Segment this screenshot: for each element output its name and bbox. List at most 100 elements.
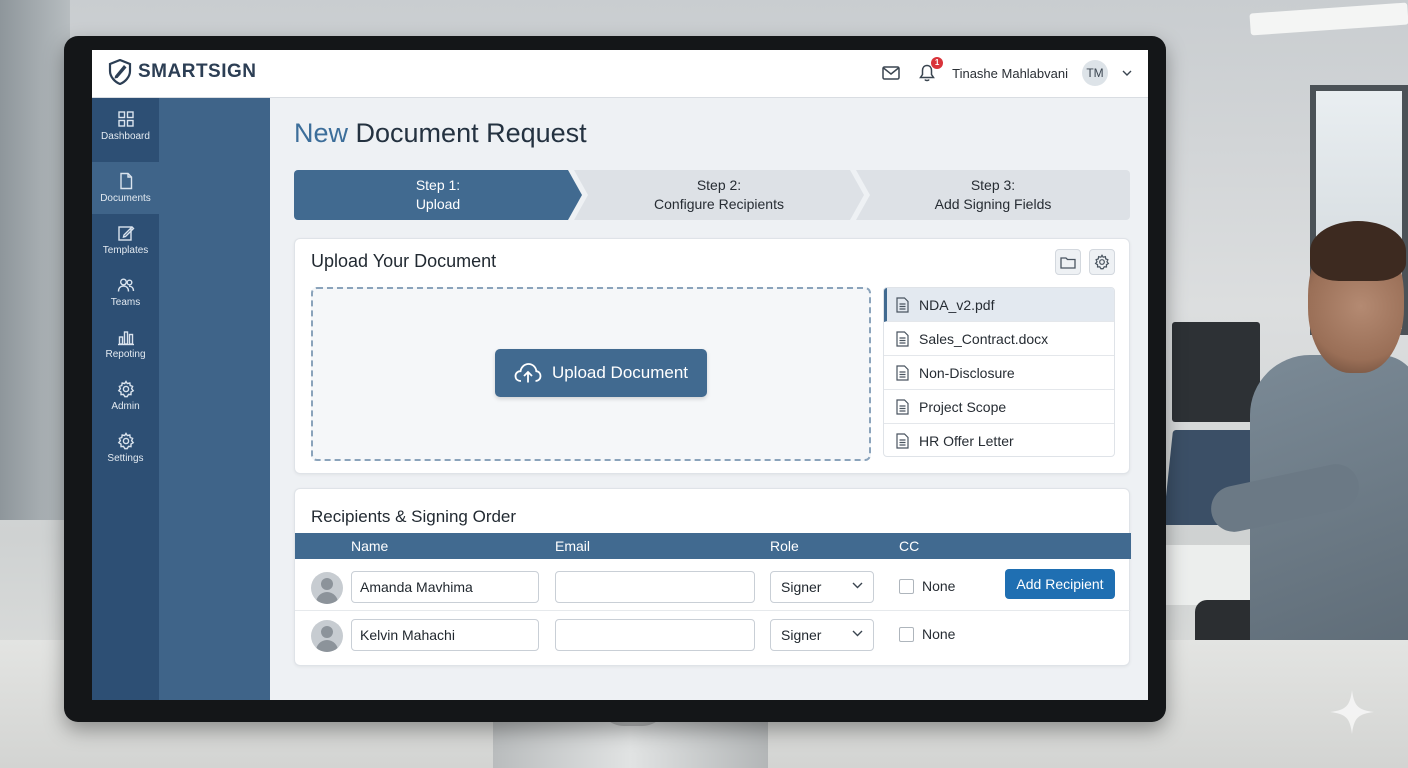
recipient-name-input[interactable]: Amanda Mavhima — [351, 571, 539, 603]
document-icon — [119, 172, 132, 190]
sidebar-item-templates[interactable]: Templates — [92, 214, 159, 266]
file-item[interactable]: HR Offer Letter — [884, 424, 1114, 456]
column-header-role: Role — [770, 538, 799, 554]
file-name: Non-Disclosure — [919, 364, 1015, 381]
sidebar-item-label: Admin — [111, 401, 140, 412]
header-actions: 1 Tinashe Mahlabvani TM — [880, 57, 1132, 86]
file-item[interactable]: Sales_Contract.docx — [884, 322, 1114, 356]
app-header: SMARTSIGN 1 Tinashe Mahlabvani TM — [92, 50, 1148, 98]
chevron-down-icon — [852, 582, 863, 589]
cc-option: None — [899, 626, 955, 642]
cc-option: None — [899, 578, 955, 594]
cc-checkbox[interactable] — [899, 578, 914, 594]
file-item[interactable]: Non-Disclosure — [884, 356, 1114, 390]
file-icon — [896, 330, 909, 347]
app-window: SMARTSIGN 1 Tinashe Mahlabvani TM Dashbo… — [92, 50, 1148, 700]
step-configure-recipients[interactable]: Step 2: Configure Recipients — [574, 170, 864, 220]
sidebar-rail: Dashboard Documents Templates Teams Repo… — [92, 98, 159, 700]
file-name: Sales_Contract.docx — [919, 330, 1049, 347]
notification-button[interactable]: 1 — [916, 57, 944, 84]
sidebar-item-settings[interactable]: Settings — [92, 422, 159, 474]
add-recipient-button[interactable]: Add Recipient — [1005, 569, 1115, 599]
page-title-rest: Document Request — [355, 118, 587, 148]
upload-card: Upload Your Document Upload Document NDA… — [294, 238, 1130, 474]
recipient-email-input[interactable] — [555, 619, 755, 651]
avatar — [311, 620, 343, 652]
recipients-card-title: Recipients & Signing Order — [311, 507, 517, 526]
step-upload[interactable]: Step 1: Upload — [294, 170, 582, 220]
step-add-signing-fields[interactable]: Step 3: Add Signing Fields — [856, 170, 1130, 220]
avatar[interactable]: TM — [1082, 60, 1108, 86]
gear-icon — [117, 380, 134, 398]
upload-settings-button[interactable] — [1089, 249, 1115, 275]
file-item[interactable]: Project Scope — [884, 390, 1114, 424]
chevron-down-icon — [852, 630, 863, 637]
sidebar-item-label: Dashboard — [101, 131, 150, 142]
folder-icon — [1060, 256, 1076, 269]
avatar — [311, 572, 343, 604]
stepper: Step 1: Upload Step 2: Configure Recipie… — [294, 170, 1130, 220]
sidebar-item-dashboard[interactable]: Dashboard — [92, 100, 159, 152]
background-ceiling-light — [1249, 2, 1408, 36]
file-item[interactable]: NDA_v2.pdf — [884, 288, 1114, 322]
file-icon — [896, 433, 909, 449]
chevron-down-icon[interactable] — [1122, 70, 1132, 76]
table-row: Kelvin Mahachi Signer None — [295, 613, 1131, 659]
recipient-name-input[interactable]: Kelvin Mahachi — [351, 619, 539, 651]
column-header-cc: CC — [899, 538, 920, 554]
upload-card-title: Upload Your Document — [311, 251, 497, 271]
recipients-table-header: Name Email Role CC — [295, 533, 1131, 559]
cc-label: None — [922, 626, 956, 642]
chart-icon — [117, 331, 134, 346]
logo[interactable]: SMARTSIGN — [108, 59, 257, 85]
upload-button-label: Upload Document — [551, 363, 689, 382]
brand-name: SMARTSIGN — [138, 61, 257, 82]
upload-document-button[interactable]: Upload Document — [495, 349, 707, 397]
step-number: Step 2: — [696, 177, 742, 193]
sidebar-item-label: Documents — [100, 193, 151, 204]
file-name: Project Scope — [919, 398, 1007, 415]
sidebar-item-label: Templates — [102, 245, 149, 256]
cc-checkbox[interactable] — [899, 626, 914, 642]
role-select[interactable]: Signer — [770, 571, 874, 603]
gear-icon — [117, 432, 134, 450]
sidebar: Dashboard Documents Templates Teams Repo… — [92, 98, 270, 700]
step-number: Step 3: — [970, 177, 1016, 193]
sidebar-item-reporting[interactable]: Repoting — [92, 318, 159, 370]
mail-button[interactable] — [880, 62, 902, 84]
sidebar-item-label: Teams — [110, 297, 141, 308]
user-name[interactable]: Tinashe Mahlabvani — [952, 66, 1068, 81]
sidebar-item-label: Settings — [107, 453, 144, 464]
recipients-card: Recipients & Signing Order Name Email Ro… — [294, 488, 1131, 666]
step-label: Upload — [415, 196, 461, 212]
file-icon — [896, 296, 909, 313]
main-content: New Document Request Step 1: Upload Step… — [270, 98, 1148, 700]
column-header-email: Email — [555, 538, 591, 554]
browse-folder-button[interactable] — [1055, 249, 1081, 275]
sidebar-item-teams[interactable]: Teams — [92, 266, 159, 318]
sidebar-item-documents[interactable]: Documents — [92, 162, 159, 214]
column-header-name: Name — [351, 538, 389, 554]
recipient-email-input[interactable] — [555, 571, 755, 603]
file-icon — [896, 364, 909, 381]
gear-icon — [1094, 254, 1110, 270]
notification-badge: 1 — [931, 57, 944, 69]
upload-card-tools — [1055, 249, 1115, 275]
role-select[interactable]: Signer — [770, 619, 874, 651]
step-label: Configure Recipients — [654, 196, 784, 212]
page-title: New Document Request — [294, 118, 587, 149]
step-label: Add Signing Fields — [934, 196, 1052, 212]
file-name: NDA_v2.pdf — [919, 296, 995, 313]
page-title-accent: New — [294, 118, 349, 148]
team-icon — [117, 278, 134, 292]
table-row: Amanda Mavhima Signer None Add Recipient — [295, 565, 1131, 611]
step-number: Step 1: — [415, 177, 461, 193]
role-select-value: Signer — [781, 579, 822, 595]
sidebar-item-admin[interactable]: Admin — [92, 370, 159, 422]
recent-files-list: NDA_v2.pdf Sales_Contract.docx Non-Discl… — [883, 287, 1115, 457]
sparkle-icon — [1330, 690, 1374, 734]
edit-icon — [117, 226, 134, 241]
grid-icon — [117, 111, 134, 127]
file-dropzone[interactable]: Upload Document — [311, 287, 871, 461]
sidebar-item-label: Repoting — [105, 349, 146, 360]
